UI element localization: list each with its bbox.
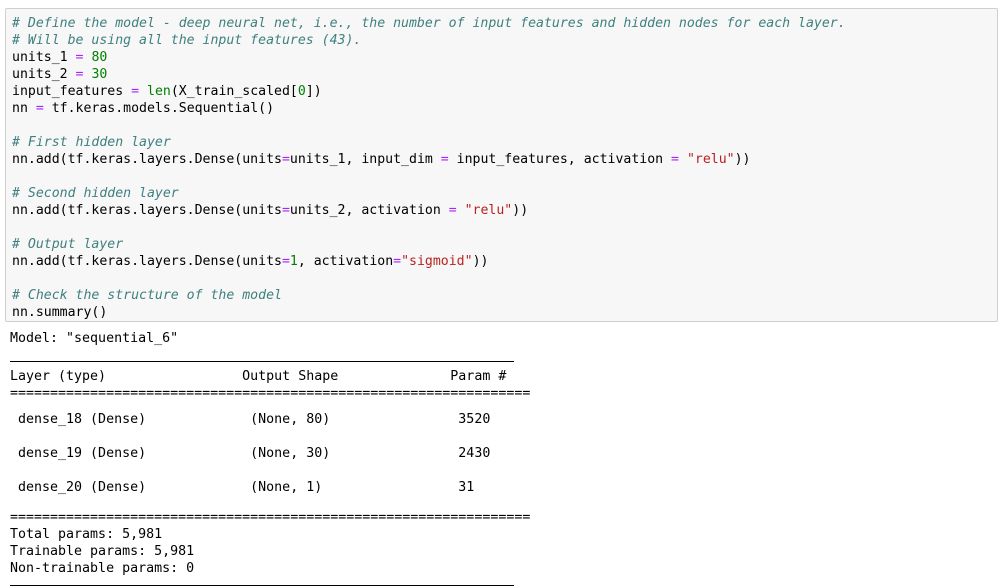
code-token-operator: = [448,203,457,218]
code-token-operator: = [440,152,449,167]
summary-total-row: Trainable params: 5,981 [10,544,195,559]
code-line: # Check the structure of the model [12,287,997,304]
code-cell-input[interactable]: # Define the model - deep neural net, i.… [5,8,998,322]
summary-bottom-rule [10,585,514,586]
code-line: # Second hidden layer [12,185,997,202]
summary-layer-rows: dense_18 (Dense) (None, 80) 3520 dense_1… [10,411,990,496]
code-token-plain: nn [12,101,36,116]
summary-row-spacer [10,428,990,445]
code-token-number: 1 [289,254,298,269]
code-token-plain: input_features, activation [448,152,672,167]
code-token-plain: input_features [12,84,132,99]
code-token-number: 80 [91,50,108,65]
code-token-plain: nn.add(tf.keras.layers.Dense(units [12,254,282,269]
code-line: units_1 = 80 [12,49,997,66]
code-token-plain: )) [512,203,529,218]
code-line: # Will be using all the input features (… [12,32,997,49]
code-token-plain: units_2, activation [289,203,449,218]
code-token-plain: )) [734,152,751,167]
code-token-operator: = [281,152,290,167]
code-token-plain: nn.add(tf.keras.layers.Dense(units [12,203,282,218]
code-token-comment: # Define the model - deep neural net, i.… [12,16,846,31]
code-token-comment: # First hidden layer [12,135,171,150]
model-name-line: Model: "sequential_6" [10,331,179,346]
code-line: # First hidden layer [12,134,997,151]
summary-total-row: Total params: 5,981 [10,527,163,542]
code-line: nn.add(tf.keras.layers.Dense(units=1, ac… [12,253,997,270]
summary-top-rule [10,361,514,362]
code-line: units_2 = 30 [12,66,997,83]
code-token-operator: = [281,203,290,218]
summary-total-row: Non-trainable params: 0 [10,561,195,576]
code-line: nn = tf.keras.models.Sequential() [12,100,997,117]
summary-layer-row: dense_19 (Dense) (None, 30) 2430 [10,446,539,461]
code-line: nn.summary() [12,304,997,321]
code-token-string: "relu" [686,152,735,167]
code-token-operator: = [281,254,290,269]
code-token-plain: units_1 [12,50,76,65]
summary-header-row: Layer (type) Output Shape Param # [10,369,531,384]
code-line: nn.add(tf.keras.layers.Dense(units=units… [12,202,997,219]
code-line: input_features = len(X_train_scaled[0]) [12,83,997,100]
code-token-operator: = [131,84,140,99]
output-spacer [10,347,990,356]
code-line: # Output layer [12,236,997,253]
code-line: nn.add(tf.keras.layers.Dense(units=units… [12,151,997,168]
summary-layer-row: dense_20 (Dense) (None, 1) 31 [10,480,539,495]
summary-layer-row: dense_18 (Dense) (None, 80) 3520 [10,412,539,427]
code-token-comment: # Check the structure of the model [12,288,282,303]
code-cell-output: Model: "sequential_6" Layer (type) Outpu… [10,330,990,586]
summary-row-spacer [10,462,990,479]
code-token-plain: (X_train_scaled[ [170,84,298,99]
code-token-number: 30 [91,67,108,82]
code-token-operator: = [671,152,679,167]
summary-totals-rows: Total params: 5,981 Trainable params: 5,9… [10,526,990,577]
code-token-string: "relu" [464,203,513,218]
code-token-number: 0 [297,84,306,99]
code-token-string: "sigmoid" [401,254,473,269]
code-token-plain: )) [472,254,489,269]
summary-equals-separator-bottom: ========================================… [10,510,531,525]
code-token-plain: nn.summary() [12,305,108,320]
code-token-plain: nn.add(tf.keras.layers.Dense(units [12,152,282,167]
code-token-comment: # Output layer [12,237,124,252]
code-token-plain: ]) [305,84,322,99]
code-line: # Define the model - deep neural net, i.… [12,15,997,32]
code-token-comment: # Second hidden layer [12,186,179,201]
output-spacer [10,402,990,411]
code-source-area[interactable]: # Define the model - deep neural net, i.… [12,15,997,321]
code-token-plain: tf.keras.models.Sequential() [43,101,275,116]
code-token-plain: units_2 [12,67,76,82]
code-token-plain: , activation [297,254,394,269]
code-token-operator: = [393,254,402,269]
code-token-plain: units_1, input_dim [289,152,441,167]
summary-equals-separator-top: ========================================… [10,386,531,401]
code-token-operator: = [35,101,44,116]
code-token-comment: # Will be using all the input features (… [12,33,362,48]
code-token-builtin: len [147,84,171,99]
output-spacer [10,496,990,509]
